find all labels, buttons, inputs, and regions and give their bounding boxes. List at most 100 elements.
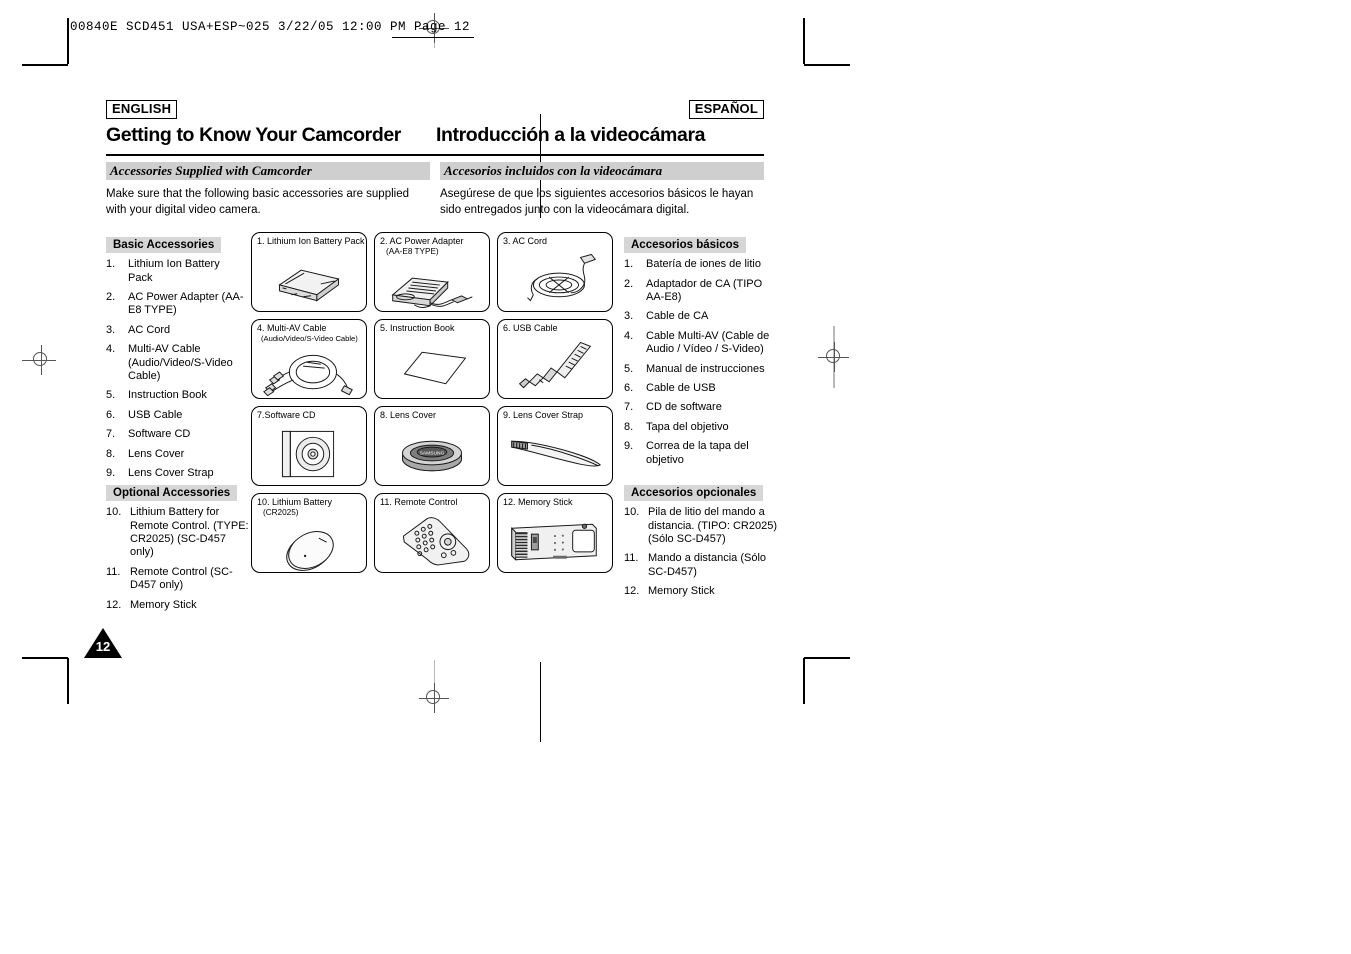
english-basic-accessories-column: Basic Accessories 1. Lithium Ion Battery … <box>106 235 246 486</box>
spanish-basic-item-label: Cable Multi-AV (Cable de Audio / Vídeo /… <box>646 329 770 356</box>
english-basic-item-label: Lens Cover <box>128 447 185 460</box>
english-basic-item-number: 7. <box>106 428 116 441</box>
spanish-basic-item-number: 1. <box>624 258 634 271</box>
english-basic-item: 9. Lens Cover Strap <box>106 467 246 480</box>
english-basic-item-number: 2. <box>106 291 116 303</box>
spanish-optional-item-label: Memory Stick <box>648 585 715 598</box>
title-underline-rule <box>106 154 764 157</box>
slug-underline <box>392 37 474 39</box>
english-basic-heading: Basic Accessories <box>106 237 222 254</box>
instruction-book-illustration <box>375 338 489 398</box>
spanish-basic-item-label: Correa de la tapa del objetivo <box>646 440 749 466</box>
spanish-optional-item: 12. Memory Stick <box>624 585 784 598</box>
page-title-row: Getting to Know Your Camcorder Introducc… <box>106 124 764 150</box>
spanish-basic-item-number: 5. <box>624 362 634 375</box>
spanish-basic-item: 6. Cable de USB <box>624 382 774 395</box>
spanish-basic-item: 8. Tapa del objetivo <box>624 421 774 434</box>
body-columns: Basic Accessories 1. Lithium Ion Battery … <box>106 232 777 635</box>
accessory-cell: 6. USB Cable <box>497 319 613 400</box>
english-optional-accessories-column: Optional Accessories 10. Lithium Battery … <box>106 483 251 618</box>
page-title-spanish: Introducción a la videocámara <box>436 124 706 146</box>
english-basic-item-label: Software CD <box>128 428 191 441</box>
spanish-basic-accessories-column: Accesorios básicos 1. Batería de iones de… <box>624 235 774 473</box>
english-basic-item: 2. AC Power Adapter (AA-E8 TYPE) <box>106 291 246 318</box>
english-basic-item: 4. Multi-AV Cable (Audio/Video/S-Video Ca… <box>106 343 246 383</box>
spanish-basic-item: 9. Correa de la tapa del objetivo <box>624 440 774 467</box>
spanish-basic-item: 3. Cable de CA <box>624 310 774 323</box>
english-optional-item-number: 12. <box>106 598 122 611</box>
remote-control-illustration <box>375 512 489 572</box>
accessory-grid-row: 1. Lithium Ion Battery Pack 2. AC Power … <box>251 232 613 313</box>
spanish-basic-item: 7. CD de software <box>624 401 774 414</box>
accessory-grid-row: 10. Lithium Battery (CR2025) 11. Remote C… <box>251 493 613 574</box>
spanish-optional-item: 10. Pila de litio del mando a distancia. … <box>624 506 784 546</box>
accessory-cell: 10. Lithium Battery (CR2025) <box>251 493 367 574</box>
english-basic-list: 1. Lithium Ion Battery Pack 2. AC Power Ada… <box>106 258 246 480</box>
crop-mark-bottom-left-vertical <box>67 658 69 704</box>
english-optional-item: 12. Memory Stick <box>106 599 251 612</box>
spanish-basic-item: 5. Manual de instrucciones <box>624 363 774 376</box>
spanish-optional-item-label: Mando a distancia (Sólo SC-D457) <box>648 552 767 578</box>
accessory-cell-caption: 7.Software CD <box>257 410 316 421</box>
accessory-image-grid: 1. Lithium Ion Battery Pack 2. AC Power … <box>251 232 613 580</box>
spanish-optional-list: 10. Pila de litio del mando a distancia. … <box>624 506 784 598</box>
english-basic-item: 3. AC Cord <box>106 324 246 337</box>
spanish-basic-item-label: Cable de CA <box>646 310 709 323</box>
accessory-cell-subcaption: (AA-E8 TYPE) <box>386 247 439 257</box>
crop-mark-top-left-vertical <box>67 18 69 64</box>
accessory-cell: 8. Lens Cover SAMSUNG <box>374 406 490 487</box>
spanish-optional-accessories-column: Accesorios opcionales 10. Pila de litio d… <box>624 483 784 604</box>
ac-power-adapter-illustration <box>375 259 489 311</box>
spanish-optional-heading: Accesorios opcionales <box>624 485 764 502</box>
spanish-optional-item-number: 11. <box>624 552 639 565</box>
accessory-grid-row: 4. Multi-AV Cable (Audio/Video/S-Video Ca… <box>251 319 613 400</box>
svg-text:SAMSUNG: SAMSUNG <box>420 451 445 457</box>
english-optional-list: 10. Lithium Battery for Remote Control. (… <box>106 506 251 612</box>
intro-paragraph-english: Make sure that the following basic acces… <box>106 188 409 216</box>
english-basic-item-label: Multi-AV Cable (Audio/Video/S-Video Cabl… <box>128 343 233 383</box>
spanish-basic-item-number: 7. <box>624 401 634 414</box>
accessory-grid-row: 7.Software CD 8. Lens Cover SAMSUNG 9. L… <box>251 406 613 487</box>
english-basic-item: 8. Lens Cover <box>106 448 246 461</box>
accessory-cell: 5. Instruction Book <box>374 319 490 400</box>
page-content: ENGLISH ESPAÑOL Getting to Know Your Cam… <box>106 100 777 742</box>
spanish-basic-item-label: CD de software <box>646 401 722 414</box>
crop-mark-bottom-right-horizontal <box>804 657 850 659</box>
accessory-cell-subcaption: (Audio/Video/S-Video Cable) <box>261 334 358 344</box>
language-tag-row: ENGLISH ESPAÑOL <box>106 100 764 120</box>
intro-paragraph-spanish: Asegúrese de que los siguientes accesori… <box>440 188 754 216</box>
accessory-cell: 3. AC Cord <box>497 232 613 313</box>
accessory-cell-caption: 1. Lithium Ion Battery Pack <box>257 236 365 247</box>
english-basic-item-label: Instruction Book <box>128 389 207 402</box>
spanish-basic-item-label: Batería de iones de litio <box>646 258 761 271</box>
accessory-cell: 12. Memory Stick <box>497 493 613 574</box>
software-cd-illustration <box>252 425 366 485</box>
spanish-basic-item: 2. Adaptador de CA (TIPO AA-E8) <box>624 278 774 305</box>
prepress-slug: 00840E SCD451 USA+ESP~025 3/22/05 12:00 … <box>70 20 471 34</box>
english-basic-item: 7. Software CD <box>106 428 246 441</box>
english-optional-item: 10. Lithium Battery for Remote Control. (… <box>106 506 251 560</box>
spanish-optional-item-number: 12. <box>624 585 640 598</box>
crop-mark-bottom-left-horizontal <box>22 657 68 659</box>
spanish-optional-item-number: 10. <box>624 506 640 519</box>
accessory-cell-caption: 9. Lens Cover Strap <box>503 410 584 421</box>
subsection-bar-row: Accessories Supplied with Camcorder Acce… <box>106 162 764 181</box>
english-basic-item: 5. Instruction Book <box>106 389 246 402</box>
accessory-cell-caption: 11. Remote Control <box>380 497 458 508</box>
accessory-cell: 1. Lithium Ion Battery Pack <box>251 232 367 313</box>
crop-mark-top-right-horizontal <box>804 64 850 66</box>
battery-pack-illustration <box>252 251 366 311</box>
accessory-cell-caption: 2. AC Power Adapter <box>380 236 464 247</box>
english-basic-item-number: 9. <box>106 467 116 480</box>
english-basic-item-number: 1. <box>106 258 116 271</box>
spanish-optional-item-label: Pila de litio del mando a distancia. (TI… <box>648 506 777 545</box>
accessory-cell-caption: 12. Memory Stick <box>503 497 573 508</box>
intro-paragraph-row: Make sure that the following basic acces… <box>106 187 764 221</box>
english-optional-heading: Optional Accessories <box>106 485 238 502</box>
english-basic-item-label: AC Cord <box>128 323 171 336</box>
lens-cover-strap-illustration <box>498 425 612 485</box>
english-optional-item: 11. Remote Control (SC-D457 only) <box>106 566 251 593</box>
english-optional-item-number: 11. <box>106 565 121 578</box>
memory-stick-illustration <box>498 512 612 572</box>
page-title-english: Getting to Know Your Camcorder <box>106 124 401 146</box>
